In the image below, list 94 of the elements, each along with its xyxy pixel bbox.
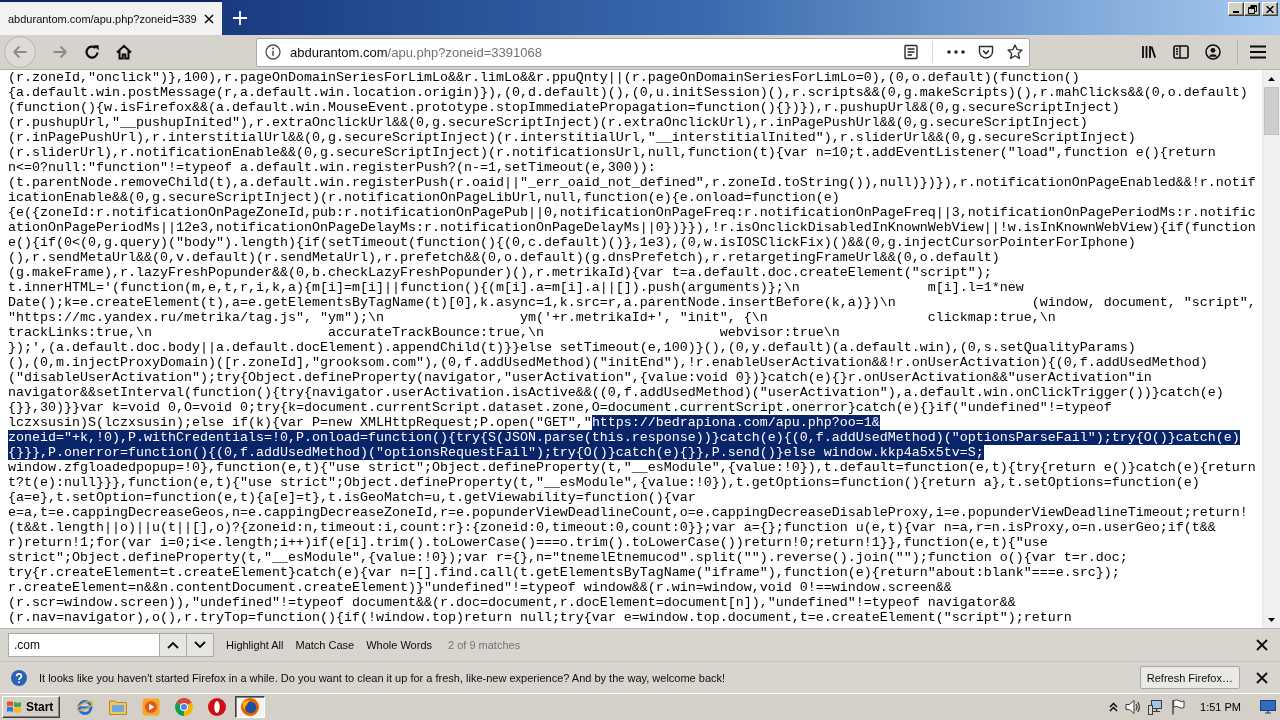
code-line: (r.sliderUrl),r.notificationEnable&&(0,g.secureScriptInject)(r.notificationsUrl,null,function(t){var n=10;t.addEventListener("load",function e(){return bbox=[8, 145, 1216, 160]
flag-icon[interactable] bbox=[1171, 699, 1186, 715]
library-icon[interactable] bbox=[1141, 44, 1157, 60]
find-option-button[interactable]: Whole Words bbox=[366, 639, 432, 651]
code-line: e(){if(0<(0,g.query)("body").length){if(setTimeout(function(){(0,c.default)()},1e3),(0,w.isIOSClickFix)()&&(0,g.injectCursorPointerForIphone) bbox=[8, 235, 1136, 250]
close-icon[interactable] bbox=[1256, 639, 1268, 651]
account-icon[interactable] bbox=[1205, 44, 1221, 60]
selected-code-text: https://bedrapiona.com/apu.php?oo=1& bbox=[591, 415, 880, 430]
browser-tab[interactable]: abdurantom.com/apu.php?zoneid=339 bbox=[0, 0, 222, 35]
triangle-up-icon bbox=[1268, 76, 1275, 81]
home-icon[interactable] bbox=[116, 44, 132, 60]
code-line: ("disableUserActivation");try{Object.defineProperty(navigator,"userActivation",{value:void 0})}catch(e){}r.onUserActivation&&"userActivation"in bbox=[8, 370, 1152, 385]
code-line: (r.scr=window.screen)),"undefined"!=typeof document&&(r.doc=document,r.docElement=document[n]),"undefined"!=typeof navigator&& bbox=[8, 595, 1016, 610]
code-line: e=a,t=e.cappingDecreaseGeos,n=e.cappingDecreaseZoneId,r=e.popunderViewDeadlineCount,o=e.cappingDecreaseDisableProxy,i=e.popunderViewDeadlineTimeout;return! bbox=[8, 505, 1248, 520]
code-line: r)return!1;for(var i=0;i<e.length;i++)if(e[i].trim().toLowerCase()===o.trim().toLowerCase())return!0;return!1}},function(e,t){"use bbox=[8, 535, 1048, 550]
code-line: ationOnPagePeriodMs||12e3,notificationOnPageDelayMs:r.notificationOnPageDelayMs||0})}}),!r.isOnclickDisabledInKnownWebView||!w.isInKnownWebView){if(function bbox=[8, 220, 1256, 235]
code-line: (t&&t.length||o)||u(t||[],o)?{zoneid:n,timeout:i,count:r}:{zoneid:0,timeout:0,count:0}};var a={};function u(e,t){var n=a,r=n.isProxy,o=n.userGeo;if(t&& bbox=[8, 520, 1216, 535]
arrow-left-icon bbox=[12, 44, 28, 60]
code-line: {}},30)}}var k=void 0,O=void 0;try{k=document.currentScript.dataset.zone,O=document.currentScript.onerror}catch(e){}if("undefined"!=typeof bbox=[8, 400, 1112, 415]
address-field[interactable]: abdurantom.com/apu.php?zoneid=3391068 bbox=[256, 37, 1030, 67]
pocket-icon[interactable] bbox=[978, 44, 994, 60]
find-option-button[interactable]: Highlight All bbox=[226, 639, 284, 651]
close-icon[interactable] bbox=[204, 13, 214, 24]
code-line: navigator&&setInterval(function(){try{navigator.userActivation.isActive&&((0,f.addUsedMethod)("userActivation"),a.default.win.onClickTrigger())}catch(e) bbox=[8, 385, 1224, 400]
close-icon[interactable] bbox=[1256, 671, 1268, 684]
chevron-down-icon bbox=[194, 641, 206, 649]
code-line: Date();k=e.createElement(t),a=e.getElementsByTagName(t)[0],k.async=1,k.src=r,a.parentNode.insertBefore(k,a)})\n (window, document, "script", bbox=[8, 295, 1256, 310]
restore-button[interactable] bbox=[1244, 2, 1260, 16]
code-line: window.zfgloadedpopup=!0},function(e,t){"use strict";Object.defineProperty(t,"__esModule",{value:!0}),t.default=function(e,t){try{return e()}catch(e){return bbox=[8, 460, 1256, 475]
play-disc-icon[interactable] bbox=[142, 698, 161, 716]
match-count: 2 of 9 matches bbox=[448, 639, 521, 651]
notification-message: It looks like you haven't started Firefox in a while. Do you want to clean it up for a fresh, like-new experience? And by the way, welcome back! bbox=[39, 671, 726, 684]
sidebar-icon[interactable] bbox=[1173, 44, 1189, 60]
code-line: (),(0,m.injectProxyDomain)([r.zoneId],"grooksom.com"),(0,f.addUsedMethod)("initEnd"),!r.enableUserActivation&&!r.onUserActivation){(0,f.addUsedMethod) bbox=[8, 355, 1208, 370]
code-line: icationEnable&&(0,g.secureScriptInject)(r.notificationOnPageLibUrl,null,function(e){e.onload=function(e) bbox=[8, 190, 840, 205]
code-line: t?t(e):null}}},function(e,t){"use strict";Object.defineProperty(t,"__esModule",{value:!0}),t.getOptions=function(){return a},t.setOptions=function(e) bbox=[8, 475, 1200, 490]
restore-icon bbox=[1247, 4, 1257, 14]
close-button[interactable] bbox=[1262, 2, 1278, 16]
selected-code-text: zoneid="+k,!0),P.withCredentials=!0,P.onload=function(){try{S(JSON.parse(this.response))}catch(e){(0,f.addUsedMethod)("optionsParseFail");try{O()}catch(e) bbox=[8, 430, 1240, 445]
code-line: {e({zoneId:r.notificationOnPageZoneId,pub:r.notificationOnPagePub||0,notificationOnPageFreq:r.notificationOnPageFreq||3,notificationOnPagePeriodMs:r.notific bbox=[8, 205, 1256, 220]
swoosh-globe-icon[interactable] bbox=[76, 698, 95, 716]
bookmark-star-icon[interactable] bbox=[1007, 44, 1023, 60]
fox-globe-icon bbox=[241, 698, 260, 716]
plus-icon[interactable] bbox=[233, 10, 247, 25]
code-line: {a.default.win.postMessage(r,a.default.win.location.origin)}),(0,d.default)(),(0,u.initSession)(),r.scripts&&(0,g.makeScripts)(),r.mahClicks&&(0,o.default) bbox=[8, 85, 1248, 100]
code-line: (g.makeFrame),r.lazyFreshPopunder&&(0,b.checkLazyFreshPopunder)(),r.metrikaId){var t=a.default.doc.createElement("script"); bbox=[8, 265, 992, 280]
code-line: trackLinks:true,\n accurateTrackBounce:true,\n webvisor:true\n bbox=[8, 325, 840, 340]
code-line: (t.parentNode.removeChild(t),a.default.win.registerPush(r.oaid||"_err_oaid_not_defined",r.zoneId.toString()),null)})}),r.notificationOnPageEnabled&&!r.notif bbox=[8, 175, 1256, 190]
previous-match-button[interactable] bbox=[160, 633, 187, 657]
close-icon bbox=[1266, 5, 1274, 13]
code-line: lczxsusin)S(lczxsusin);else if(k){var P=new XMLHttpRequest;P.open("GET"," bbox=[8, 415, 592, 430]
more-icon[interactable] bbox=[947, 50, 965, 54]
code-line: (function(){w.isFirefox&&(a.default.win.MouseEvent.prototype.stopImmediatePropagation=function(){})}),r.pushupUrl&&(0,g.secureScriptInject) bbox=[8, 100, 1120, 115]
minimize-button[interactable] bbox=[1228, 2, 1244, 16]
reload-icon[interactable] bbox=[84, 44, 100, 60]
code-line: (r.inPagePushUrl),r.interstitialUrl&&(0,g.secureScriptInject)(r.interstitialUrl,"__interstitialInited"),r.sliderUrl&&(0,g.secureScriptInject) bbox=[8, 130, 1136, 145]
windows-flag-icon bbox=[6, 700, 22, 714]
clock-text: 1:51 PM bbox=[1200, 701, 1241, 713]
start-button[interactable]: Start bbox=[2, 696, 61, 718]
find-option-button[interactable]: Match Case bbox=[295, 639, 355, 651]
help-icon bbox=[11, 669, 27, 686]
code-line: r.createElement=n&&n.contentDocument.createElement)}"undefined"!=typeof window&&(r.win=window,void 0!==window.screen&& bbox=[8, 580, 952, 595]
menu-icon[interactable] bbox=[1250, 45, 1266, 59]
refresh-button[interactable]: Refresh Firefox… bbox=[1139, 666, 1240, 689]
chevron-up-icon bbox=[167, 641, 179, 649]
code-line: {a=e},t.setOption=function(e,t){a[e]=t},t.isGeoMatch=u,t.getViewability=function(){var bbox=[8, 490, 696, 505]
minimize-icon bbox=[1232, 10, 1239, 13]
code-line: n<=0?null:"function"!=typeof a.default.win.registerPush?(n-=1,setTimeout(e,300)): bbox=[8, 160, 656, 175]
triangle-down-icon bbox=[1268, 617, 1275, 622]
code-line: (),r.sendMetaUrl&&(0,v.default)(r.sendMetaUrl),r.prefetch&&(0,o.default)(g.dnsPrefetch),r.retargetingFrameUrl&&(0,o.default) bbox=[8, 250, 1000, 265]
code-line: (r.zoneId,"onclick")},100),r.pageOnDomainSeriesForLimLo&&r.limLo&&r.ppuQnty||(r.pageOnDomainSeriesForLimLo=0),(0,o.default)(function() bbox=[8, 70, 1080, 85]
segmented-circle-icon[interactable] bbox=[175, 698, 194, 716]
code-line: "https://mc.yandex.ru/metrika/tag.js", "ym");\n ym('+r.metrikaId+', "init", {\n clickmap:true,\n bbox=[8, 310, 1056, 325]
code-line: });',(a.default.doc.body||a.default.docElement).appendChild(t)}}else setTimeout(e,100)}(),(0,y.default)(a.default.win),(0,s.setQualityParams) bbox=[8, 340, 1136, 355]
code-line: (r.nav=navigator),o(),r.tryTop=function(){if(!window.top)return null;try{var e=window.top.document,t=e.createElement("script");return bbox=[8, 610, 1072, 625]
tab-title: abdurantom.com/apu.php?zoneid=339 bbox=[8, 12, 197, 25]
next-match-button[interactable] bbox=[187, 633, 214, 657]
taskbar-button[interactable] bbox=[235, 696, 266, 718]
reader-view-icon[interactable] bbox=[903, 44, 919, 60]
info-icon[interactable] bbox=[265, 44, 281, 60]
network-icon[interactable] bbox=[1148, 699, 1165, 715]
code-line: strict";Object.defineProperty(t,"__esModule",{value:!0});var r={},n="tnemelEtnemucod".split("").reverse().join("");function o(){var t=r.doc; bbox=[8, 550, 1128, 565]
chevron-up-icon[interactable] bbox=[1109, 702, 1119, 712]
selected-code-text: {}}},P.onerror=function(){(0,f.addUsedMethod)("optionsRequestFail");try{O()}catch(e){}},P.send()}else window.kkp4a5x5tv=S; bbox=[8, 445, 984, 460]
find-field[interactable]: .com bbox=[8, 633, 160, 657]
speaker-icon[interactable] bbox=[1125, 699, 1142, 715]
code-line: try{r.createElement=t.createElement}catch(e){var n=[].find.call(t.getElementsByTagName("iframe"),function(e){return"about:blank"===e.src}); bbox=[8, 565, 1120, 580]
monitor-icon[interactable] bbox=[1260, 700, 1276, 714]
ring-icon[interactable] bbox=[208, 698, 227, 716]
scroll-thumb[interactable] bbox=[1264, 87, 1279, 135]
url-text: abdurantom.com/apu.php?zoneid=3391068 bbox=[290, 44, 542, 60]
code-line: t.innerHTML='(function(m,e,t,r,i,k,a){m[i]=m[i]||function(){(m[i].a=m[i].a||[]).push(arguments)};\n m[i].l=1*new bbox=[8, 280, 1024, 295]
scrollbar-track[interactable] bbox=[1262, 70, 1280, 628]
code-line: (r.pushupUrl,"__pushupInited"),r.extraOnclickUrl&&(0,g.secureScriptInject)(r.extraOnclickUrl),r.inPagePushUrl&&(0,g.secureScriptInject) bbox=[8, 115, 1088, 130]
